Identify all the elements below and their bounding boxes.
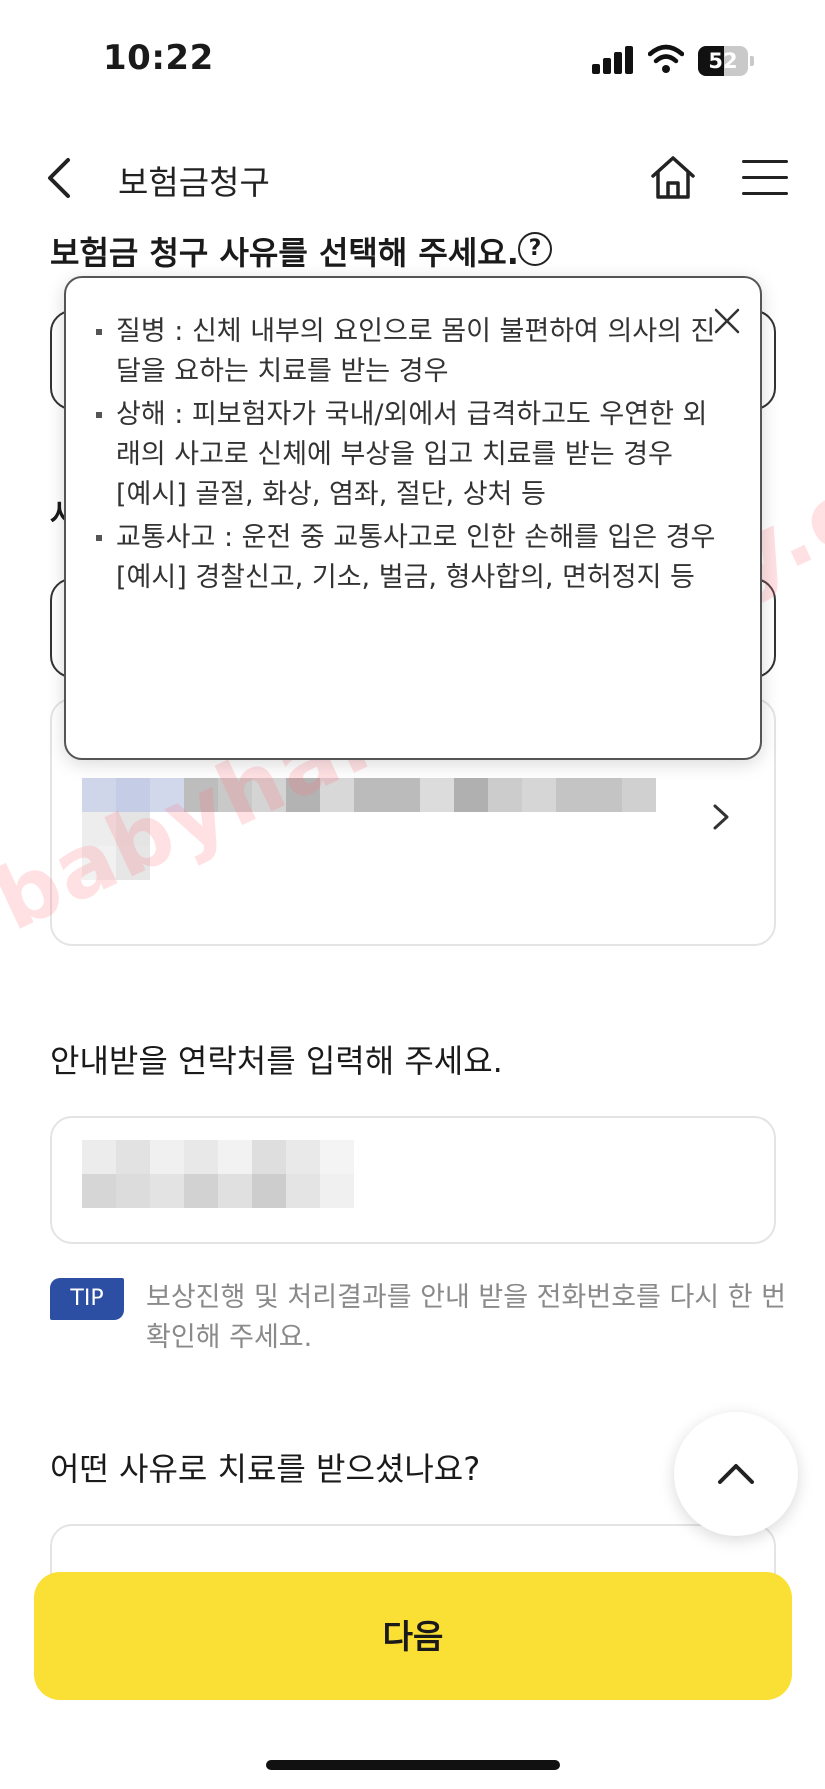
contact-section-title: 안내받을 연락처를 입력해 주세요.: [50, 1042, 503, 1080]
chevron-right-icon: [713, 804, 729, 830]
next-button[interactable]: 다음: [34, 1572, 792, 1700]
definition-example: [예시] 골절, 화상, 염좌, 절단, 상처 등: [116, 479, 546, 510]
definition-illness: 질병 : 신체 내부의 요인으로 몸이 불편하여 의사의 진달을 요하는 치료를…: [96, 312, 716, 392]
tip-badge: TIP: [50, 1278, 124, 1320]
blurred-phone-line-2: [82, 1174, 354, 1208]
blurred-phone-line-1: [82, 1140, 354, 1174]
hamburger-menu-icon[interactable]: [742, 158, 790, 198]
status-time: 10:22: [103, 38, 214, 78]
claim-reason-help-popup: 질병 : 신체 내부의 요인으로 몸이 불편하여 의사의 진달을 요하는 치료를…: [64, 276, 762, 760]
home-indicator: [266, 1760, 560, 1770]
definition-traffic-accident: 교통사고 : 운전 중 교통사고로 인한 손해를 입은 경우 [예시] 경찰신고…: [96, 518, 716, 598]
claim-reason-question: 보험금 청구 사유를 선택해 주세요.: [50, 234, 519, 272]
definition-text: 상해 : 피보험자가 국내/외에서 급격하고도 우연한 외래의 사고로 신체에 …: [116, 399, 708, 470]
treatment-section-title: 어떤 사유로 치료를 받으셨나요?: [50, 1450, 481, 1488]
battery-level: 52: [708, 49, 738, 73]
definition-text: 교통사고 : 운전 중 교통사고로 인한 손해를 입은 경우: [116, 522, 716, 553]
back-chevron-icon[interactable]: [44, 156, 74, 200]
battery-icon: 52: [698, 46, 754, 76]
definition-injury: 상해 : 피보험자가 국내/외에서 급격하고도 우연한 외래의 사고로 신체에 …: [96, 395, 716, 515]
close-icon[interactable]: [712, 306, 742, 336]
help-question-icon[interactable]: ?: [518, 232, 552, 266]
claim-reason-definitions: 질병 : 신체 내부의 요인으로 몸이 불편하여 의사의 진달을 요하는 치료를…: [96, 312, 716, 601]
definition-example: [예시] 경찰신고, 기소, 벌금, 형사합의, 면허정지 등: [116, 562, 695, 593]
home-icon[interactable]: [648, 152, 698, 202]
cellular-signal-icon: [592, 46, 634, 74]
chevron-up-icon: [718, 1464, 754, 1484]
page-title: 보험금청구: [118, 163, 270, 202]
scroll-to-top-button[interactable]: [674, 1412, 798, 1536]
tip-text: 보상진행 및 처리결과를 안내 받을 전화번호를 다시 한 번 확인해 주세요.: [146, 1282, 786, 1353]
wifi-icon: [648, 44, 684, 73]
definition-text: 질병 : 신체 내부의 요인으로 몸이 불편하여 의사의 진달을 요하는 치료를…: [116, 316, 716, 387]
